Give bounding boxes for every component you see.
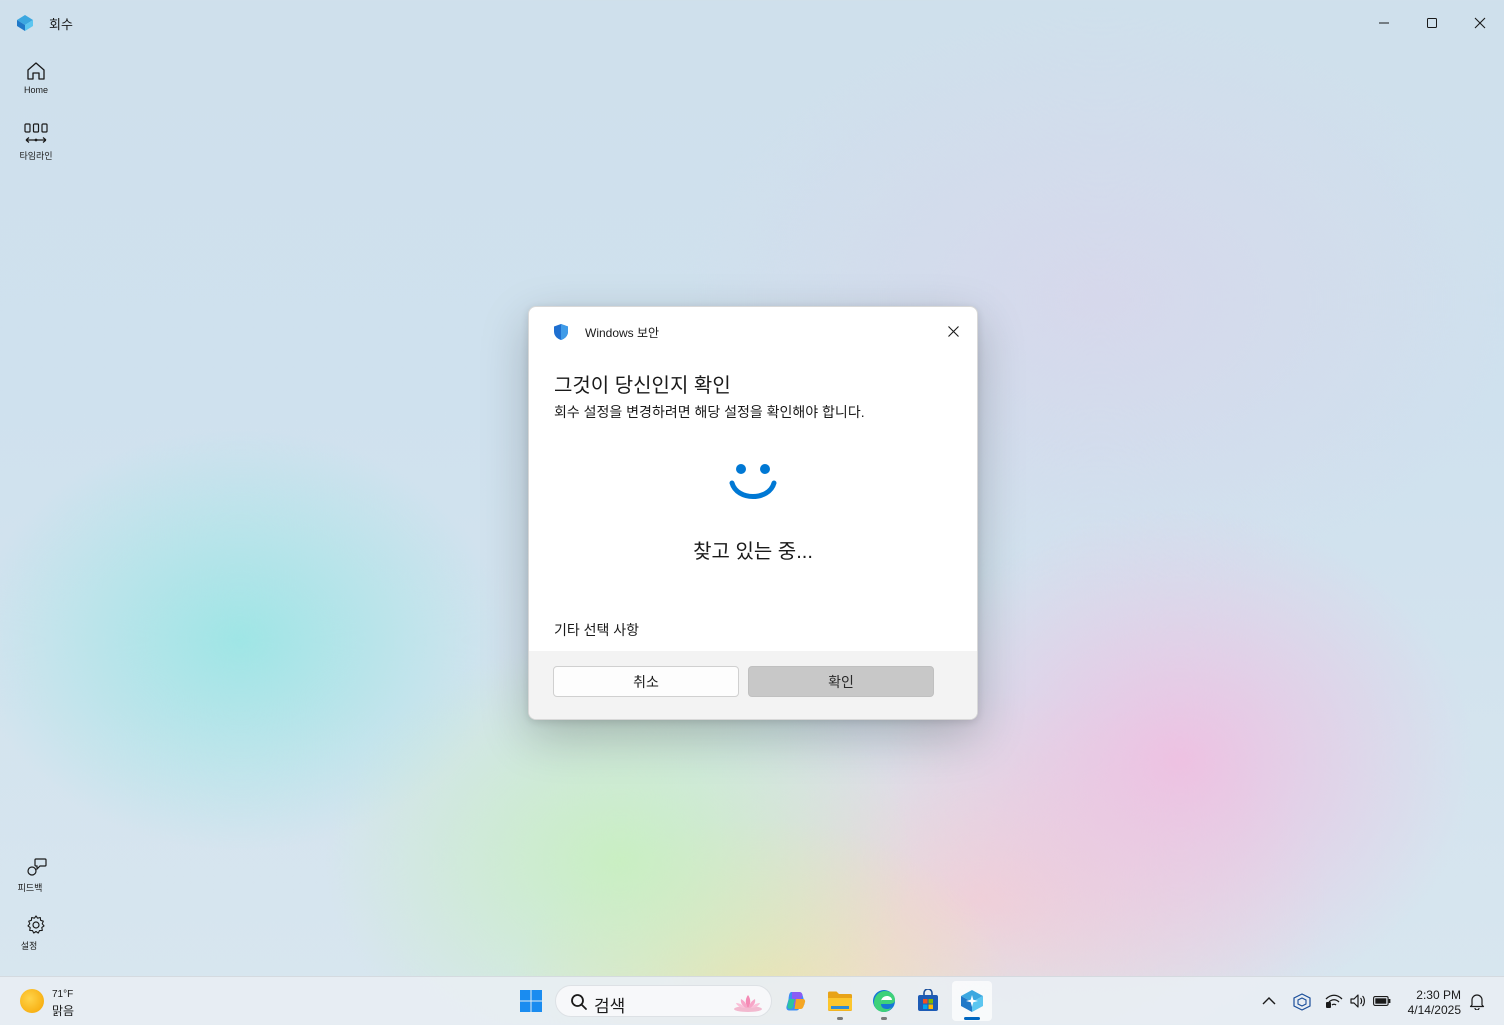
- taskbar-search[interactable]: 검색: [555, 985, 772, 1017]
- timeline-icon: [24, 123, 48, 143]
- battery-icon[interactable]: [1373, 996, 1391, 1006]
- taskbar-copilot[interactable]: [776, 981, 816, 1021]
- shield-icon: [554, 324, 568, 340]
- running-indicator: [837, 1017, 843, 1020]
- windows-logo-icon: [520, 990, 542, 1012]
- sidebar-item-settings[interactable]: 설정: [1, 914, 57, 952]
- copilot-icon: [786, 992, 806, 1011]
- sidebar-item-label: 타임라인: [19, 151, 53, 161]
- app-title: 회수: [49, 17, 73, 32]
- sidebar-item-home[interactable]: Home: [8, 60, 64, 95]
- maximize-button[interactable]: [1408, 0, 1456, 46]
- sidebar-item-label: 설정: [20, 941, 38, 951]
- dialog-app-name: Windows 보안: [585, 326, 660, 340]
- cancel-button[interactable]: 취소: [553, 666, 739, 697]
- sidebar-item-timeline[interactable]: 타임라인: [8, 122, 64, 162]
- weather-temp: 71°F: [52, 989, 74, 1000]
- windows-hello-face-icon: [729, 464, 777, 499]
- recall-app-icon: [17, 15, 33, 31]
- dialog-close-button[interactable]: [939, 317, 967, 345]
- search-placeholder: 검색: [594, 997, 626, 1016]
- ok-button[interactable]: 확인: [748, 666, 934, 697]
- chevron-up-icon[interactable]: [1262, 996, 1276, 1006]
- feedback-icon: [27, 858, 47, 876]
- home-icon: [27, 62, 45, 80]
- active-indicator: [964, 1017, 980, 1020]
- store-icon: [918, 989, 938, 1011]
- sidebar-item-label: Home: [23, 85, 48, 95]
- running-indicator: [881, 1017, 887, 1020]
- taskbar-store[interactable]: [908, 981, 948, 1021]
- wifi-icon[interactable]: [1325, 993, 1343, 1009]
- volume-icon[interactable]: [1349, 993, 1367, 1009]
- clock-time: 2:30 PM: [1416, 988, 1461, 1002]
- lotus-icon: [734, 995, 762, 1012]
- minimize-icon: [1379, 22, 1389, 24]
- dialog-footer: 취소 확인: [529, 651, 977, 719]
- sun-icon: [20, 989, 44, 1013]
- maximize-icon: [1427, 18, 1437, 28]
- start-button[interactable]: [511, 981, 551, 1021]
- search-icon: [571, 994, 587, 1010]
- taskbar-file-explorer[interactable]: [820, 981, 860, 1021]
- weather-desc: 맑음: [52, 1004, 75, 1018]
- recall-app-icon: [961, 990, 983, 1012]
- dialog-heading: 그것이 당신인지 확인: [554, 375, 731, 397]
- more-options-link[interactable]: 기타 선택 사항: [554, 620, 639, 640]
- taskbar-edge[interactable]: [864, 981, 904, 1021]
- close-icon: [947, 325, 959, 337]
- windows-security-dialog: Windows 보안 그것이 당신인지 확인 회수 설정을 변경하려면 해당 설…: [528, 306, 978, 720]
- taskbar-recall[interactable]: [952, 981, 992, 1021]
- folder-icon: [828, 991, 852, 1011]
- dialog-status: 찾고 있는 중...: [693, 541, 813, 563]
- title-bar: 회수: [0, 0, 1504, 46]
- sidebar-item-feedback[interactable]: 피드백: [2, 856, 58, 894]
- weather-widget[interactable]: 71°F 맑음: [10, 977, 90, 1025]
- edge-browser-icon: [873, 990, 895, 1012]
- recall-tray-icon[interactable]: [1293, 993, 1311, 1011]
- close-icon: [1474, 17, 1486, 29]
- sidebar-item-label: 피드백: [17, 883, 43, 893]
- clock-date: 4/14/2025: [1407, 1003, 1461, 1017]
- notification-bell-icon[interactable]: [1469, 993, 1485, 1010]
- close-window-button[interactable]: [1456, 0, 1504, 46]
- dialog-subtext: 회수 설정을 변경하려면 해당 설정을 확인해야 합니다.: [554, 404, 865, 420]
- gear-icon: [27, 915, 45, 934]
- taskbar: 71°F 맑음 검색 2:30 PM 4/14/2025: [0, 976, 1504, 1025]
- minimize-button[interactable]: [1360, 0, 1408, 46]
